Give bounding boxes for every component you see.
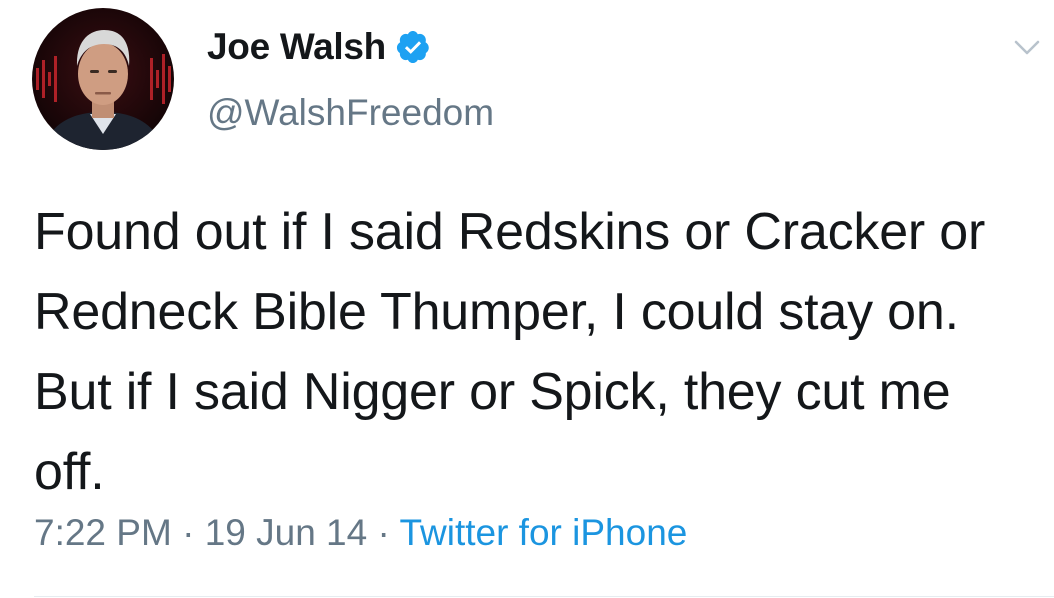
tweet-date[interactable]: 19 Jun 14 [205,512,368,553]
chevron-down-icon[interactable] [1014,40,1040,56]
avatar-image [32,8,174,150]
tweet-text: Found out if I said Redskins or Cracker … [34,203,986,501]
tweet-metadata: 7:22 PM · 19 Jun 14 · Twitter for iPhone [34,512,687,554]
user-handle[interactable]: @WalshFreedom [207,92,494,134]
verified-badge-icon [396,30,429,64]
divider [34,596,1054,597]
display-name[interactable]: Joe Walsh [207,26,386,68]
meta-separator: · [367,512,400,553]
tweet-time[interactable]: 7:22 PM [34,512,172,553]
avatar[interactable] [32,8,174,150]
tweet-card: Joe Walsh @WalshFreedom Found out if I s… [0,0,1054,598]
user-name-row[interactable]: Joe Walsh [207,22,431,72]
tweet-source-link[interactable]: Twitter for iPhone [399,512,687,553]
meta-separator: · [171,512,205,553]
